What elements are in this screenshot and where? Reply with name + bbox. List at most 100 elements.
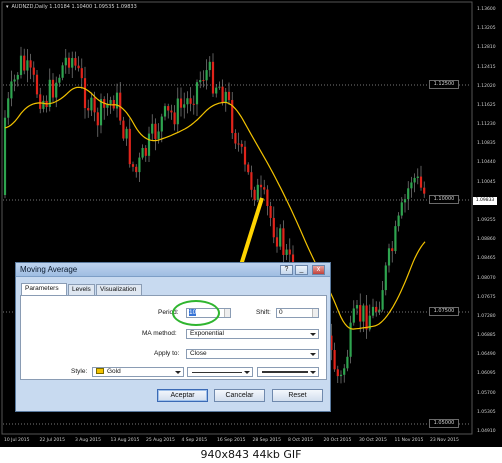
- apply-to-select[interactable]: Close: [186, 349, 319, 359]
- bear-candle: [250, 172, 253, 190]
- line-width-select[interactable]: [257, 367, 319, 377]
- cancel-button[interactable]: Cancelar: [214, 389, 265, 402]
- price-tick-label: 1.12020: [477, 83, 496, 89]
- bull-candle: [13, 79, 16, 82]
- accept-button[interactable]: Aceptar: [157, 389, 208, 402]
- bear-candle: [131, 164, 135, 167]
- style-color-name: Gold: [107, 368, 121, 375]
- reset-button[interactable]: Reset: [272, 389, 323, 402]
- bull-candle: [384, 265, 387, 291]
- bear-candle: [128, 128, 131, 165]
- bull-candle: [147, 133, 151, 156]
- bull-candle: [387, 248, 391, 266]
- chevron-down-icon: [244, 371, 250, 374]
- bear-candle: [243, 146, 247, 165]
- price-tick-label: 1.10835: [477, 141, 496, 147]
- period-spinner[interactable]: [224, 309, 230, 317]
- bull-candle: [394, 226, 397, 252]
- close-button[interactable]: x: [312, 265, 325, 275]
- bear-candle: [192, 103, 195, 105]
- bull-candle: [163, 106, 167, 117]
- bear-candle: [39, 94, 42, 109]
- bear-candle: [419, 176, 423, 188]
- line-style-select[interactable]: [187, 367, 253, 377]
- tab-levels[interactable]: Levels: [68, 284, 95, 295]
- bear-candle: [93, 97, 96, 113]
- highlight-ellipse: [172, 300, 220, 326]
- chevron-down-icon: [310, 371, 316, 374]
- price-tick-label: 1.09255: [477, 218, 496, 223]
- bear-candle: [391, 248, 394, 252]
- dialog-titlebar[interactable]: Moving Average ? _ x: [16, 263, 330, 277]
- bull-candle: [176, 98, 179, 125]
- tab-visualization[interactable]: Visualization: [96, 284, 142, 295]
- bull-candle: [339, 374, 343, 377]
- bear-candle: [211, 61, 215, 94]
- bear-candle: [23, 55, 26, 71]
- apply-to-value: Close: [190, 350, 207, 357]
- date-tick-label: 10 Jul 2015: [4, 438, 30, 443]
- bull-candle: [416, 176, 419, 178]
- shift-label: Shift:: [256, 309, 271, 316]
- ma-method-select[interactable]: Exponential: [186, 329, 319, 339]
- bull-candle: [343, 368, 346, 375]
- shift-input[interactable]: 0: [276, 308, 319, 318]
- shift-spinner[interactable]: [312, 309, 318, 317]
- bull-candle: [138, 157, 141, 173]
- bull-candle: [141, 147, 144, 158]
- bear-candle: [282, 228, 285, 255]
- help-button[interactable]: ?: [280, 265, 293, 275]
- bear-candle: [275, 237, 279, 247]
- bear-candle: [336, 369, 339, 377]
- bull-candle: [58, 77, 61, 83]
- bull-candle: [71, 58, 74, 68]
- bull-candle: [26, 60, 29, 71]
- level-box-2: 1.10000: [429, 195, 459, 204]
- date-tick-label: 4 Sep 2015: [181, 438, 208, 443]
- bull-candle: [160, 116, 163, 132]
- bull-candle: [224, 91, 227, 104]
- bull-candle: [16, 74, 19, 80]
- date-tick-label: 13 Aug 2015: [110, 438, 140, 443]
- symbol-info-label: ▾ AUDNZD,Daily 1.10184 1.10400 1.09535 1.…: [6, 4, 137, 10]
- bear-candle: [173, 112, 176, 125]
- price-tick-label: 1.10045: [477, 179, 496, 185]
- date-tick-label: 23 Nov 2015: [430, 438, 459, 443]
- bear-candle: [32, 67, 35, 75]
- minimize-button[interactable]: _: [295, 265, 308, 275]
- style-color-select[interactable]: Gold: [92, 367, 184, 377]
- bear-candle: [170, 110, 173, 113]
- bull-candle: [90, 97, 93, 111]
- bear-candle: [80, 68, 83, 79]
- style-label: Style:: [71, 368, 88, 375]
- price-tick-label: 1.13205: [477, 26, 496, 32]
- bear-candle: [144, 147, 147, 156]
- price-tick-label: 1.11625: [477, 102, 496, 108]
- bull-candle: [256, 184, 259, 200]
- bull-candle: [400, 202, 403, 216]
- bull-candle: [205, 70, 208, 81]
- bull-candle: [208, 61, 211, 71]
- tab-parameters[interactable]: Parameters: [21, 283, 67, 295]
- bull-candle: [199, 80, 202, 83]
- date-tick-label: 16 Sep 2015: [217, 438, 246, 443]
- bear-candle: [189, 98, 192, 104]
- chevron-down-icon: [175, 371, 181, 374]
- bear-candle: [35, 74, 39, 95]
- price-tick-label: 1.04910: [477, 429, 496, 434]
- bull-candle: [403, 199, 407, 203]
- line-width-sample: [262, 371, 308, 373]
- bull-candle: [157, 131, 160, 139]
- bear-candle: [259, 184, 263, 188]
- dialog-title: Moving Average: [20, 265, 78, 274]
- bear-candle: [179, 98, 183, 108]
- date-tick-label: 28 Sep 2015: [252, 438, 282, 443]
- bull-candle: [64, 57, 67, 66]
- bull-candle: [3, 117, 7, 195]
- price-tick-label: 1.05305: [477, 409, 496, 415]
- bear-candle: [77, 65, 80, 69]
- bear-candle: [333, 350, 336, 370]
- bear-candle: [87, 108, 90, 111]
- date-tick-label: 8 Oct 2015: [288, 438, 313, 443]
- chevron-down-icon: [310, 333, 316, 336]
